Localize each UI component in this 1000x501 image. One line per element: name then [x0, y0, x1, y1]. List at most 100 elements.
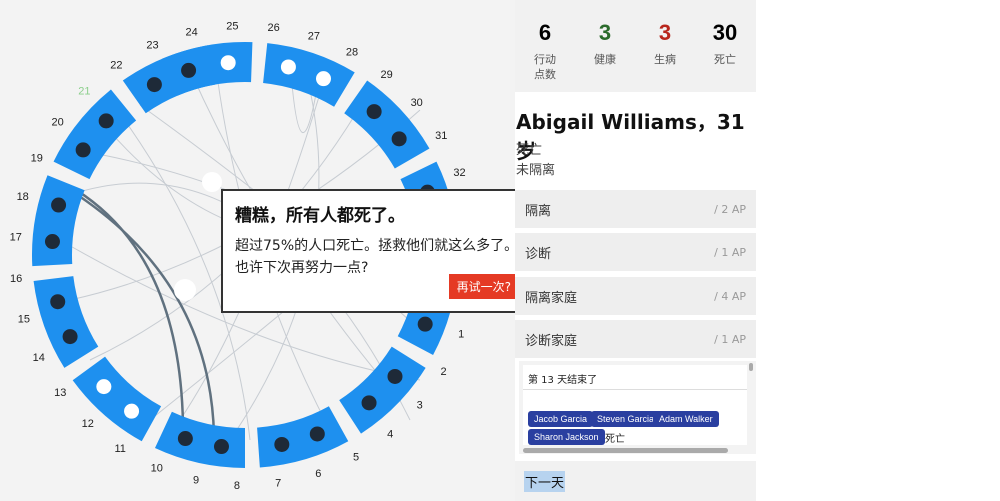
- person-dot[interactable]: [274, 436, 290, 452]
- person-dot[interactable]: [387, 368, 403, 384]
- action-cost: / 4 AP: [714, 289, 746, 303]
- seat-number: 1: [458, 329, 464, 341]
- person-dot[interactable]: [309, 426, 325, 442]
- seat-number: 20: [51, 117, 63, 129]
- person-dot[interactable]: [51, 197, 67, 213]
- ghost-marker: [174, 279, 196, 301]
- next-day-button[interactable]: 下一天: [524, 471, 566, 492]
- stat-value: 3: [658, 20, 672, 45]
- person-dot[interactable]: [181, 62, 197, 78]
- action-label: 诊断家庭: [525, 333, 578, 349]
- seat-number: 22: [110, 59, 122, 71]
- retry-button[interactable]: 再试一次?: [448, 274, 519, 299]
- seat-number: 29: [380, 69, 392, 81]
- seat-number: 32: [453, 167, 465, 179]
- stat-action-points: 6 行动点数: [515, 0, 575, 92]
- seat-number: 26: [267, 22, 279, 34]
- seat-number: 7: [275, 478, 281, 490]
- person-status: 死亡: [516, 143, 543, 158]
- action-quarantine-family[interactable]: 隔离家庭 / 4 AP: [515, 277, 756, 315]
- action-label: 隔离: [525, 203, 552, 219]
- seat-number: 19: [31, 152, 43, 164]
- house-block[interactable]: [122, 45, 215, 114]
- seat-number: 24: [185, 26, 197, 38]
- seat-number: 31: [435, 130, 447, 142]
- side-panel: 6 行动点数 3 健康 3 生病 30 死亡 Abigail Williams，…: [515, 0, 756, 501]
- person-dot[interactable]: [361, 395, 377, 411]
- person-dot[interactable]: [316, 71, 332, 87]
- seat-number: 11: [115, 443, 126, 455]
- person-chip[interactable]: Jacob Garcia: [528, 411, 594, 427]
- seat-number: 5: [353, 451, 359, 463]
- seat-number: 30: [411, 97, 423, 109]
- person-dot[interactable]: [213, 439, 229, 455]
- seat-number: 28: [346, 46, 358, 58]
- person-name: Abigail Williams，31 岁: [516, 110, 745, 163]
- stat-label: 死亡: [714, 53, 736, 66]
- person-dot[interactable]: [177, 431, 193, 447]
- seat-number: 10: [151, 462, 163, 474]
- person-dot[interactable]: [96, 379, 112, 395]
- person-dot[interactable]: [124, 403, 140, 419]
- action-label: 诊断: [525, 246, 552, 262]
- person-dot[interactable]: [220, 55, 236, 71]
- stat-label: 健康: [594, 53, 616, 66]
- house-block[interactable]: [344, 80, 430, 169]
- log-horizontal-scrollbar[interactable]: [523, 448, 728, 453]
- action-diagnose-family[interactable]: 诊断家庭 / 1 AP: [515, 320, 756, 358]
- seat-number: 17: [10, 232, 22, 244]
- stat-value: 6: [538, 20, 552, 45]
- dialog-title: 糟糕，所有人都死了。: [235, 206, 405, 226]
- person-dot[interactable]: [146, 77, 162, 93]
- seat-number: 25: [226, 20, 238, 32]
- action-cost: / 2 AP: [714, 202, 746, 216]
- person-dot[interactable]: [44, 234, 60, 250]
- stat-label: 生病: [654, 53, 676, 66]
- house-block[interactable]: [339, 346, 426, 434]
- action-cost: / 1 AP: [714, 245, 746, 259]
- log-vertical-scrollbar[interactable]: [749, 363, 753, 371]
- seat-number: 16: [10, 273, 22, 285]
- person-quarantine-status: 未隔离: [516, 163, 556, 178]
- house-block[interactable]: [53, 89, 137, 180]
- stat-dead: 30 死亡: [695, 0, 755, 92]
- seat-number: 6: [315, 468, 321, 480]
- seat-number: 9: [193, 475, 199, 487]
- stat-value: 3: [598, 20, 612, 45]
- action-quarantine[interactable]: 隔离 / 2 AP: [515, 190, 756, 228]
- seat-number: 13: [54, 387, 66, 399]
- person-dot[interactable]: [366, 104, 382, 120]
- stat-value: 30: [712, 20, 738, 45]
- seat-number: 3: [417, 400, 423, 412]
- action-label: 隔离家庭: [525, 290, 578, 306]
- person-dot[interactable]: [62, 329, 78, 345]
- action-diagnose[interactable]: 诊断 / 1 AP: [515, 233, 756, 271]
- person-dot[interactable]: [75, 142, 91, 158]
- seat-number: 2: [441, 366, 447, 378]
- person-dot[interactable]: [280, 59, 296, 75]
- seat-number: 12: [82, 418, 94, 430]
- seat-number: 18: [17, 191, 29, 203]
- house-block[interactable]: [263, 43, 355, 107]
- house-block[interactable]: [257, 406, 349, 468]
- person-dot[interactable]: [417, 316, 433, 332]
- next-day-bar: 下一天: [515, 461, 756, 501]
- ghost-marker: [202, 172, 222, 192]
- seat-number: 14: [33, 352, 45, 364]
- house-block[interactable]: [154, 411, 245, 468]
- person-dot[interactable]: [391, 131, 407, 147]
- event-log: 第 13 天结束了 Jacob Garcia Steven Garcia Ada…: [519, 361, 756, 454]
- person-dot[interactable]: [98, 113, 114, 129]
- seat-number: 21: [78, 85, 90, 97]
- person-chip[interactable]: Steven Garcia: [591, 411, 661, 427]
- person-chip[interactable]: Sharon Jackson: [528, 429, 605, 445]
- game-over-dialog: 糟糕，所有人都死了。 超过75%的人口死亡。拯救他们就这么多了。也许下次再努力一…: [221, 189, 533, 313]
- house-block[interactable]: [31, 175, 85, 267]
- log-outcome: 死亡: [605, 434, 625, 445]
- person-dot[interactable]: [50, 294, 66, 310]
- person-chip[interactable]: Adam Walker: [653, 411, 719, 427]
- seat-number: 8: [234, 480, 240, 492]
- event-log-content[interactable]: 第 13 天结束了 Jacob Garcia Steven Garcia Ada…: [523, 365, 747, 445]
- action-cost: / 1 AP: [714, 332, 746, 346]
- log-day-title: 第 13 天结束了: [528, 375, 598, 386]
